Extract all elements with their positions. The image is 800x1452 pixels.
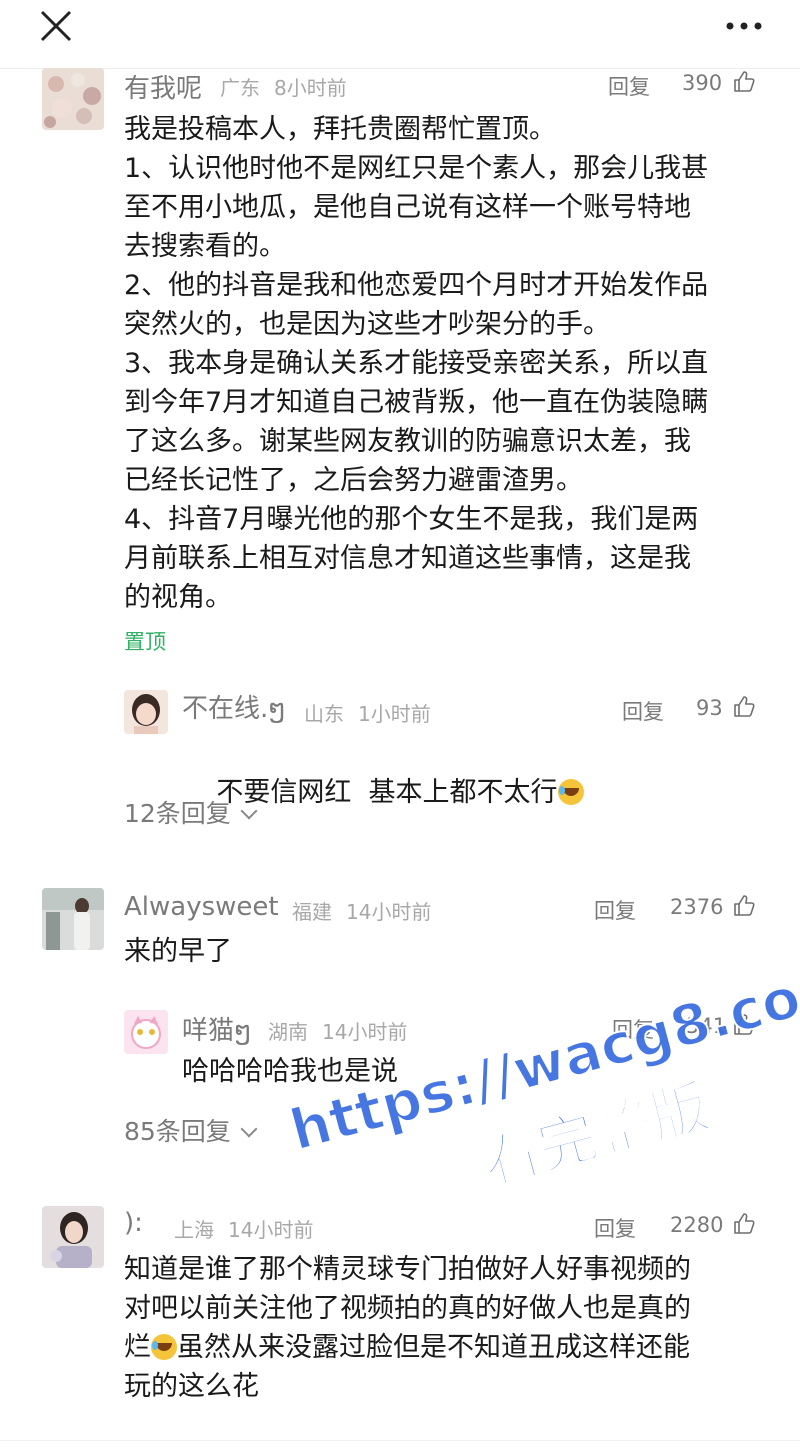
comment-text-fragment: 虽然从来没露过脸但是不知道丑成这样还能 [177,1332,690,1363]
more-options-icon[interactable] [724,16,764,36]
top-bar [0,0,800,62]
reply-button[interactable]: 回复 [594,895,636,925]
comment-text-line: 了这么多。谢某些网友教训的防骗意识太差，我 [124,426,691,457]
reply-username[interactable]: 咩猫ໆ [182,1010,252,1047]
comment-text: 来的早了 [124,936,232,967]
like-count[interactable]: 93 [696,696,723,720]
comment-text-line: 3、我本身是确认关系才能接受亲密关系，所以直 [124,348,709,379]
laugh-cry-emoji-icon [151,1334,177,1360]
thumbs-up-icon[interactable] [732,1212,756,1236]
comment-username[interactable]: 有我呢 [124,68,202,105]
comment-text-line: 已经长记性了，之后会努力避雷渣男。 [124,465,583,496]
thumbs-up-icon[interactable] [732,70,756,94]
like-count[interactable]: 390 [682,71,722,95]
avatar[interactable] [42,888,104,950]
comment-text-line: 至不用小地瓜，是他自己说有这样一个账号特地 [124,192,691,223]
comment-text-line: 4、抖音7月曝光他的那个女生不是我，我们是两 [124,504,699,535]
comment-text-line: 去搜索看的。 [124,231,286,262]
like-count[interactable]: 2376 [670,895,723,919]
reply-location: 山东 [304,702,344,726]
comment-text-line-with-emoji: 烂虽然从来没露过脸但是不知道丑成这样还能 [124,1328,774,1367]
reply-avatar[interactable] [124,690,168,734]
reply-location: 湖南 [268,1020,308,1044]
comment-text-line: 到今年7月才知道自己被背叛，他一直在伪装隐瞒 [124,387,709,418]
comment-text-line: 玩的这么花 [124,1371,259,1402]
comment-username[interactable]: Alwaysweet [124,892,279,922]
close-icon[interactable] [38,8,74,44]
reply-username[interactable]: 不在线.ໆ [182,688,286,725]
avatar[interactable] [42,1206,104,1268]
comment-text-line: 1、认识他时他不是网红只是个素人，那会儿我甚 [124,153,709,184]
bottom-divider [0,1440,800,1441]
thumbs-up-icon[interactable] [732,695,756,719]
more-replies-label: 85条回复 [124,1117,231,1146]
expand-replies-button[interactable]: 85条回复 [124,1112,258,1148]
comment-time: 8小时前 [274,76,347,100]
like-count[interactable]: 2280 [670,1213,723,1237]
laugh-cry-emoji-icon [557,779,584,805]
reply-button[interactable]: 回复 [622,696,664,726]
chevron-down-icon [240,802,258,820]
comment-text-line: 月前联系上相互对信息才知道这些事情，这是我 [124,543,691,574]
avatar[interactable] [42,68,104,130]
comment-time: 14小时前 [346,900,432,924]
comment-text-line: 2、他的抖音是我和他恋爱四个月时才开始发作品 [124,270,709,301]
comment-text-fragment: 烂 [124,1332,151,1363]
comment-text-line: 对吧以前关注他了视频拍的真的好做人也是真的 [124,1293,691,1324]
comment-location: 福建 [292,900,332,924]
comment-text-line: 的视角。 [124,582,232,613]
reply-button[interactable]: 回复 [608,71,650,101]
comment-location: 上海 [174,1218,214,1242]
more-replies-label: 12条回复 [124,799,231,828]
reply-avatar[interactable] [124,1010,168,1054]
expand-replies-button[interactable]: 12条回复 [124,794,258,830]
comment-text-line: 知道是谁了那个精灵球专门拍做好人好事视频的 [124,1254,691,1285]
reply-time: 1小时前 [358,702,431,726]
comment-location: 广东 [220,76,260,100]
comment-time: 14小时前 [228,1218,314,1242]
thumbs-up-icon[interactable] [732,894,756,918]
reply-button[interactable]: 回复 [594,1213,636,1243]
chevron-down-icon [240,1120,258,1138]
reply-text-block: 不要信网红 基本上都不太行 [182,734,742,851]
comment-text-line: 我是投稿本人，拜托贵圈帮忙置顶。 [124,114,556,145]
comment-username[interactable]: ): [124,1208,143,1238]
header-divider [0,68,800,69]
reply-text: 不要信网红 基本上都不太行 [216,777,558,808]
pinned-badge: 置顶 [124,630,166,654]
comment-text-line: 突然火的，也是因为这些才吵架分的手。 [124,309,610,340]
reply-time: 14小时前 [322,1020,408,1044]
